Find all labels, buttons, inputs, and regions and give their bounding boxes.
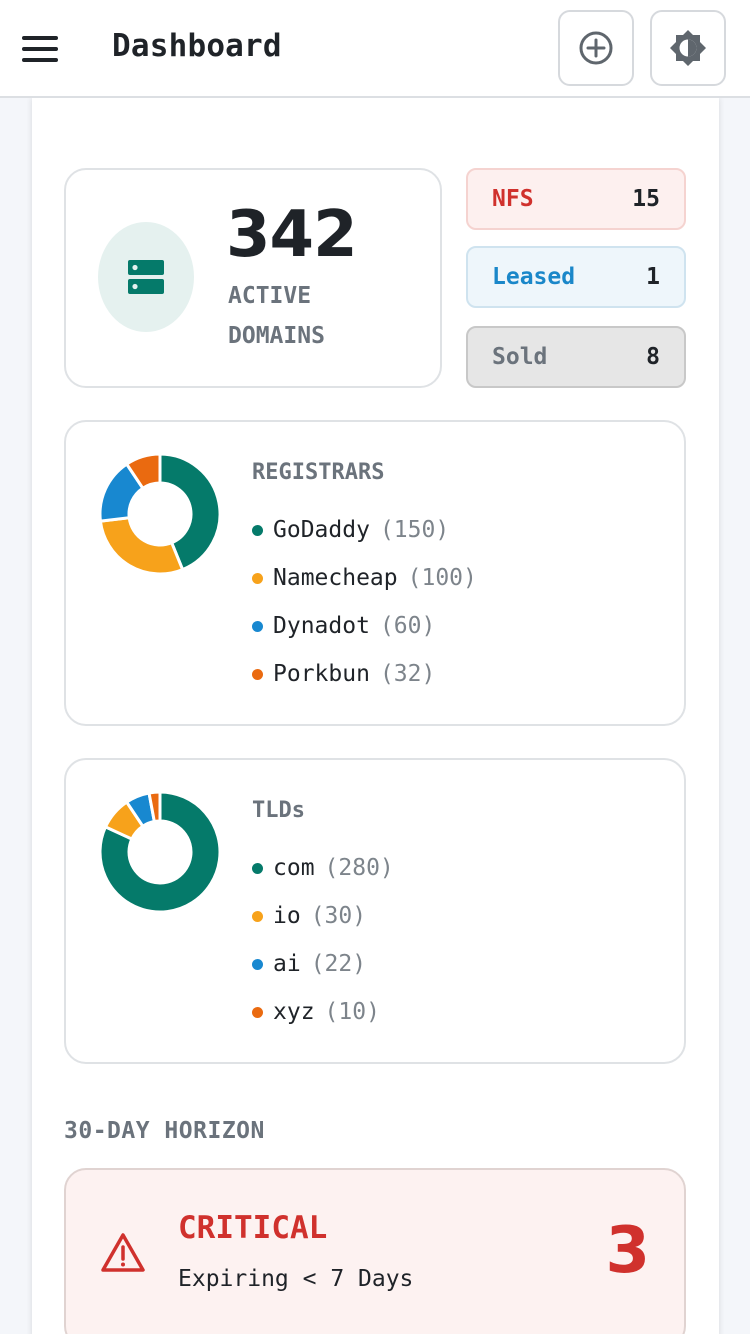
critical-title: CRITICAL bbox=[178, 1210, 328, 1246]
chart-legend: GoDaddy (150) Namecheap (100) Dynadot (6… bbox=[252, 506, 477, 698]
add-domain-button[interactable] bbox=[558, 10, 634, 86]
brightness-icon bbox=[670, 30, 706, 66]
chart-legend: com (280) io (30) ai (22) xyz (10) bbox=[252, 844, 394, 1036]
active-domains-label: ACTIVE DOMAINS bbox=[228, 283, 325, 349]
server-icon bbox=[128, 260, 164, 294]
legend-name: com bbox=[273, 855, 315, 881]
legend-dot bbox=[252, 524, 263, 536]
registrars-donut-chart bbox=[98, 452, 222, 576]
legend-dot bbox=[252, 572, 263, 584]
status-count: 8 bbox=[646, 344, 660, 370]
plus-circle-icon bbox=[579, 31, 613, 65]
status-pill-nfs[interactable]: NFS 15 bbox=[466, 168, 686, 230]
status-pill-sold[interactable]: Sold 8 bbox=[466, 326, 686, 388]
critical-expiry-card[interactable]: CRITICAL Expiring < 7 Days 3 bbox=[64, 1168, 686, 1334]
legend-item: ai (22) bbox=[252, 940, 394, 988]
status-label: NFS bbox=[492, 186, 534, 212]
legend-item: Dynadot (60) bbox=[252, 602, 477, 650]
legend-name: Dynadot bbox=[273, 613, 370, 639]
legend-name: GoDaddy bbox=[273, 517, 370, 543]
donut-slice-Namecheap bbox=[98, 516, 185, 576]
legend-count: (10) bbox=[324, 999, 380, 1025]
legend-count: (150) bbox=[379, 517, 450, 543]
legend-dot bbox=[252, 862, 263, 874]
legend-count: (280) bbox=[324, 855, 394, 881]
critical-subtitle: Expiring < 7 Days bbox=[178, 1266, 414, 1292]
legend-count: (32) bbox=[379, 661, 436, 687]
legend-dot bbox=[252, 620, 263, 632]
legend-item: xyz (10) bbox=[252, 988, 394, 1036]
status-pill-leased[interactable]: Leased 1 bbox=[466, 246, 686, 308]
status-count: 1 bbox=[646, 264, 660, 290]
active-domains-count: 342 bbox=[226, 198, 358, 272]
legend-name: io bbox=[273, 903, 301, 929]
page-title: Dashboard bbox=[112, 28, 282, 64]
top-app-bar: Dashboard bbox=[0, 0, 750, 98]
legend-name: ai bbox=[273, 951, 301, 977]
server-icon-badge bbox=[98, 222, 194, 332]
status-label: Sold bbox=[492, 344, 548, 370]
legend-name: Namecheap bbox=[273, 565, 398, 591]
tlds-donut-chart bbox=[98, 790, 222, 914]
status-label: Leased bbox=[492, 264, 576, 290]
legend-dot bbox=[252, 910, 263, 922]
legend-count: (60) bbox=[379, 613, 436, 639]
critical-count: 3 bbox=[605, 1214, 650, 1288]
warning-triangle-icon bbox=[101, 1233, 145, 1272]
registrars-card[interactable]: REGISTRARS GoDaddy (150) Namecheap (100)… bbox=[64, 420, 686, 726]
legend-dot bbox=[252, 958, 263, 970]
legend-count: (100) bbox=[407, 565, 477, 591]
legend-item: GoDaddy (150) bbox=[252, 506, 477, 554]
legend-name: xyz bbox=[273, 999, 315, 1025]
legend-item: com (280) bbox=[252, 844, 394, 892]
hamburger-menu-icon[interactable] bbox=[22, 36, 58, 62]
horizon-heading: 30-DAY HORIZON bbox=[64, 1118, 265, 1144]
chart-title: REGISTRARS bbox=[252, 460, 385, 485]
legend-item: io (30) bbox=[252, 892, 394, 940]
theme-toggle-button[interactable] bbox=[650, 10, 726, 86]
legend-item: Porkbun (32) bbox=[252, 650, 477, 698]
legend-name: Porkbun bbox=[273, 661, 370, 687]
legend-dot bbox=[252, 668, 263, 680]
legend-item: Namecheap (100) bbox=[252, 554, 477, 602]
legend-count: (22) bbox=[310, 951, 367, 977]
legend-count: (30) bbox=[310, 903, 367, 929]
tlds-card[interactable]: TLDs com (280) io (30) ai (22) xyz (10) bbox=[64, 758, 686, 1064]
status-count: 15 bbox=[632, 186, 660, 212]
active-domains-card[interactable]: 342 ACTIVE DOMAINS bbox=[64, 168, 442, 388]
legend-dot bbox=[252, 1006, 263, 1018]
chart-title: TLDs bbox=[252, 798, 305, 823]
